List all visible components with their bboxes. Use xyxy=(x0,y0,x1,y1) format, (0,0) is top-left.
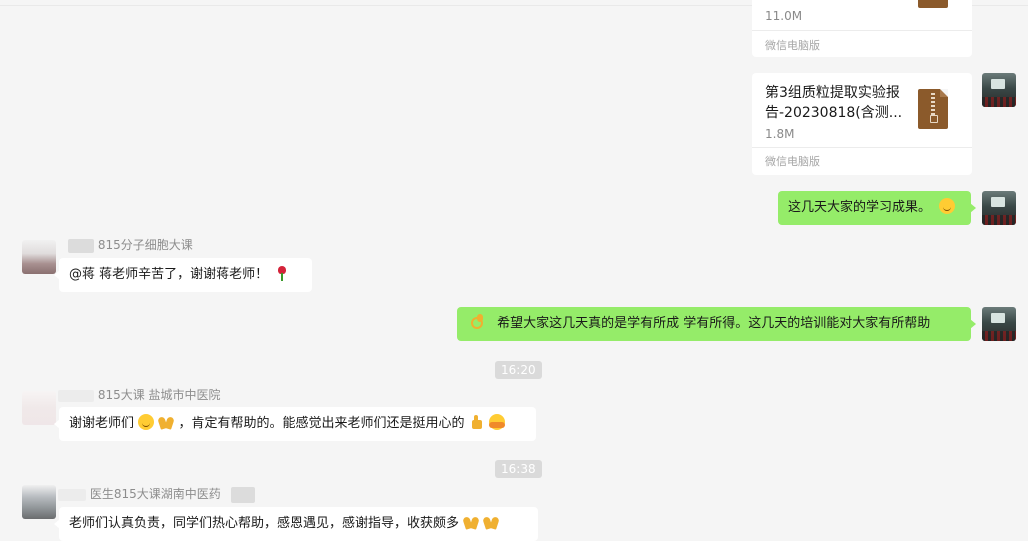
ok-hand-emoji-icon xyxy=(469,314,485,330)
redacted-name-blur xyxy=(230,486,255,503)
file-size: 11.0M xyxy=(765,9,803,23)
timestamp: 16:20 xyxy=(495,361,542,379)
thumbs-up-emoji-icon xyxy=(469,414,485,430)
redacted-name-blur xyxy=(58,488,86,501)
self-avatar[interactable] xyxy=(982,73,1016,107)
redacted-name-blur xyxy=(68,238,94,253)
message-text: 谢谢老师们 xyxy=(69,416,135,431)
member-avatar[interactable] xyxy=(22,485,56,519)
message-text: 这几天大家的学习成果。 xyxy=(788,200,932,215)
file-card-divider xyxy=(752,30,972,31)
timestamp: 16:38 xyxy=(495,460,542,478)
member-message-bubble[interactable]: @蒋 蒋老师辛苦了，谢谢蒋老师！ xyxy=(54,258,312,292)
folded-hands-emoji-icon xyxy=(158,414,174,430)
file-source: 微信电脑版 xyxy=(765,155,820,168)
file-card-divider xyxy=(752,147,972,148)
file-size: 1.8M xyxy=(765,127,795,141)
file-name: 第3组质粒提取实验报告-20230818(含测... xyxy=(765,85,903,121)
message-text: 希望大家这几天真的是学有所成 学有所得。这几天的培训能对大家有所帮助 xyxy=(497,316,931,331)
self-avatar[interactable] xyxy=(982,191,1016,225)
member-message-bubble[interactable]: 老师们认真负责，同学们热心帮助，感恩遇见，感谢指导，收获颇多 xyxy=(54,507,538,541)
hugging-emoji-icon xyxy=(488,414,505,430)
smile-emoji-icon xyxy=(939,198,956,214)
message-text: 老师们认真负责，同学们热心帮助，感恩遇见，感谢指导，收获颇多 xyxy=(69,516,460,531)
rose-emoji-icon xyxy=(274,265,290,281)
sender-name: 815分子细胞大课 xyxy=(68,236,193,253)
sender-name: 医生815大课湖南中医药 xyxy=(58,485,255,503)
self-avatar[interactable] xyxy=(982,307,1016,341)
member-avatar[interactable] xyxy=(22,240,56,274)
file-message-card[interactable]: 第3组质粒提取实验报告-20230818(含测... 1.8M 微信电脑版 xyxy=(752,73,972,175)
zip-file-icon xyxy=(918,0,948,8)
message-text: ，肯定有帮助的。能感觉出来老师们还是挺用心的 xyxy=(178,416,465,431)
member-avatar[interactable] xyxy=(22,391,56,425)
folded-hands-emoji-icon xyxy=(483,514,499,530)
self-message-bubble[interactable]: 希望大家这几天真的是学有所成 学有所得。这几天的培训能对大家有所帮助 xyxy=(457,307,976,341)
file-source: 微信电脑版 xyxy=(765,39,820,52)
redacted-name-blur xyxy=(58,389,94,402)
message-text: @蒋 蒋老师辛苦了，谢谢蒋老师！ xyxy=(69,267,269,282)
sender-name: 815大课 盐城市中医院 xyxy=(58,386,221,403)
smile-emoji-icon xyxy=(138,414,155,430)
folded-hands-emoji-icon xyxy=(463,514,479,530)
member-message-bubble[interactable]: 谢谢老师们 ，肯定有帮助的。能感觉出来老师们还是挺用心的 xyxy=(54,407,536,441)
self-message-bubble[interactable]: 这几天大家的学习成果。 xyxy=(778,191,976,225)
zip-file-icon xyxy=(918,89,948,129)
file-message-card[interactable]: 11.0M 微信电脑版 xyxy=(752,0,972,57)
